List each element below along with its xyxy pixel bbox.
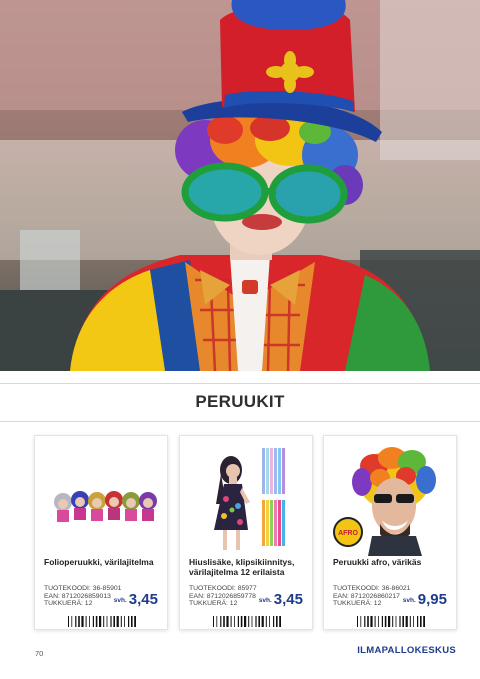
price-prefix: svh.	[402, 597, 416, 604]
page-number: 70	[35, 649, 44, 658]
product-card[interactable]: Hiuslisäke, klipsikiinnitys, värilajitel…	[179, 435, 313, 630]
barcode-icon	[68, 616, 136, 627]
product-name: Folioperuukki, värilajitelma	[44, 557, 154, 567]
product-meta: TUOTEKOODI: 36-85901 EAN: 8712026859013 …	[44, 585, 121, 608]
product-code: TUOTEKOODI: 36-85901	[44, 585, 122, 592]
product-name: Peruukki afro, värikäs	[333, 557, 422, 567]
brand-logo: ILMAPALLOKESKUS	[357, 645, 456, 656]
product-pack: TUKKUERÄ: 12	[189, 600, 238, 608]
afro-wig-image: AFRO	[333, 447, 436, 556]
foil-wigs-image	[54, 491, 157, 522]
product-pack: TUKKUERÄ: 12	[44, 600, 93, 608]
barcode-icon	[357, 616, 425, 627]
product-code: TUOTEKOODI: 85977	[189, 585, 257, 592]
hero-clown-photo	[0, 0, 480, 371]
product-price: svh. 3,45	[259, 591, 303, 608]
title-divider	[0, 421, 480, 422]
product-card[interactable]: Folioperuukki, värilajitelma TUOTEKOODI:…	[34, 435, 168, 630]
price-prefix: svh.	[258, 597, 272, 604]
product-meta: TUOTEKOODI: 36-86021 EAN: 8712026860217 …	[333, 585, 410, 608]
product-code: TUOTEKOODI: 36-86021	[333, 585, 411, 592]
product-price: svh. 9,95	[403, 591, 447, 608]
product-pack: TUKKUERÄ: 12	[333, 600, 382, 608]
product-name: Hiuslisäke, klipsikiinnitys, värilajitel…	[189, 557, 295, 577]
top-divider	[0, 383, 480, 384]
clown-illustration	[0, 0, 480, 371]
afro-badge-text: AFRO	[338, 530, 358, 537]
price-value: 3,45	[273, 591, 303, 608]
section-title: PERUUKIT	[195, 392, 285, 411]
hair-extension-image	[214, 448, 285, 550]
product-price: svh. 3,45	[114, 591, 158, 608]
barcode-icon	[213, 616, 281, 627]
product-meta: TUOTEKOODI: 85977 EAN: 8712026859778 TUK…	[189, 585, 257, 608]
product-card[interactable]: AFRO Peruukki afro, värikäs TUOTEKOODI: …	[323, 435, 457, 630]
price-value: 9,95	[417, 591, 447, 608]
price-value: 3,45	[128, 591, 158, 608]
price-prefix: svh.	[113, 597, 127, 604]
